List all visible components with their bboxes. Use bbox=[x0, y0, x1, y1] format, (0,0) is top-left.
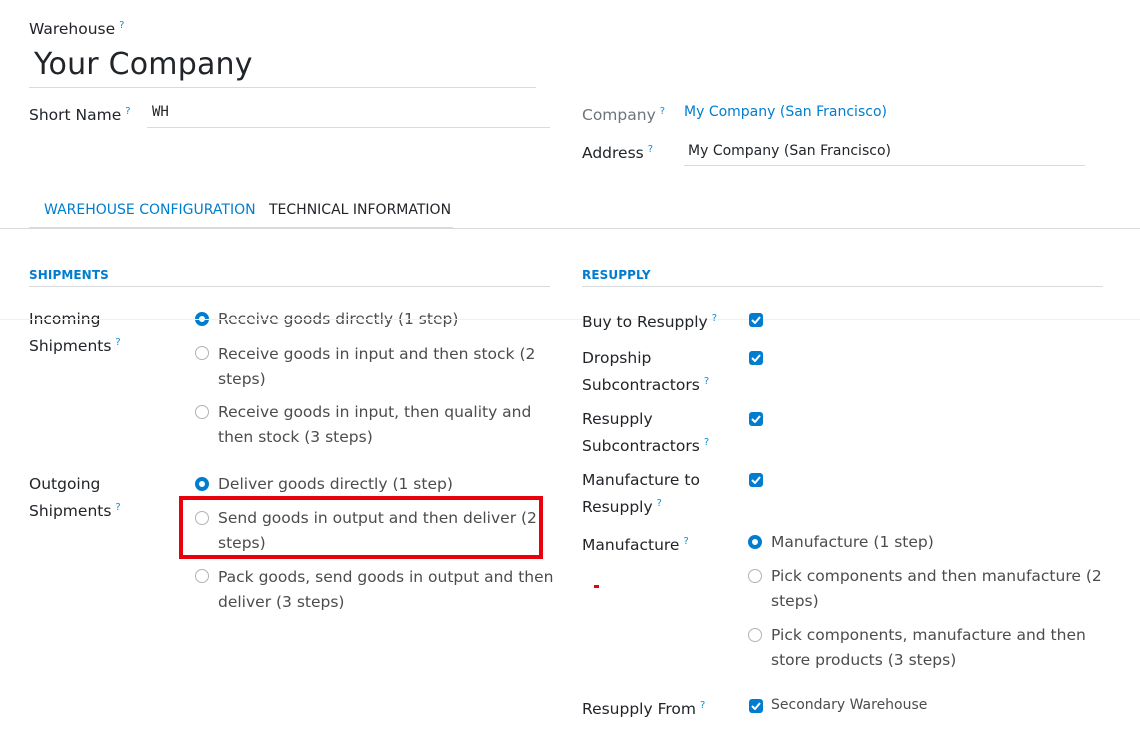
company-link[interactable]: My Company (San Francisco) bbox=[684, 104, 887, 120]
outgoing-option-3-line1: Pack goods, send goods in output and the… bbox=[218, 568, 554, 586]
manufacture-to-label-line1: Manufacture to bbox=[582, 471, 700, 489]
radio-incoming-3steps[interactable] bbox=[195, 405, 209, 419]
outgoing-label-text: Shipments bbox=[29, 502, 112, 521]
outgoing-label-line2: Shipments? bbox=[29, 496, 121, 523]
radio-manufacture-1step[interactable] bbox=[748, 535, 762, 549]
outgoing-option-3-label: Pack goods, send goods in output and the… bbox=[218, 565, 553, 614]
manufacture-option-2-label: Pick components and then manufacture (2 … bbox=[771, 564, 1102, 613]
tab-bar: WAREHOUSE CONFIGURATION TECHNICAL INFORM… bbox=[29, 196, 453, 228]
manufacture-option-3-line2: store products (3 steps) bbox=[771, 650, 957, 669]
help-icon[interactable]: ? bbox=[700, 700, 705, 711]
help-icon[interactable]: ? bbox=[119, 20, 124, 31]
manufacture-option-3-line1: Pick components, manufacture and then bbox=[771, 626, 1086, 644]
company-label-text: Company bbox=[582, 106, 656, 125]
manufacture-label: Manufacture? bbox=[582, 530, 689, 557]
radio-outgoing-1step[interactable] bbox=[195, 477, 209, 491]
manufacture-label-text: Manufacture bbox=[582, 536, 680, 555]
check-icon bbox=[751, 415, 761, 423]
help-icon[interactable]: ? bbox=[704, 437, 709, 448]
tab-warehouse-configuration[interactable]: WAREHOUSE CONFIGURATION bbox=[44, 200, 256, 220]
incoming-label-line2: Shipments? bbox=[29, 331, 121, 358]
shipments-title: SHIPMENTS bbox=[29, 268, 109, 282]
incoming-option-2-line1: Receive goods in input and then stock (2 bbox=[218, 345, 536, 363]
outgoing-label-line1: Outgoing bbox=[29, 475, 101, 493]
manufacture-option-2-line2: steps) bbox=[771, 591, 819, 610]
check-icon bbox=[751, 476, 761, 484]
faint-divider bbox=[0, 319, 1140, 320]
checkbox-secondary-warehouse[interactable] bbox=[749, 699, 763, 713]
incoming-option-3-line1: Receive goods in input, then quality and bbox=[218, 403, 532, 421]
manufacture-option-1-label: Manufacture (1 step) bbox=[771, 533, 934, 551]
help-icon[interactable]: ? bbox=[712, 313, 717, 324]
help-icon[interactable]: ? bbox=[115, 502, 120, 513]
help-icon[interactable]: ? bbox=[648, 144, 653, 155]
resupply-divider bbox=[582, 286, 1103, 287]
check-icon bbox=[751, 316, 761, 324]
incoming-option-3-line2: then stock (3 steps) bbox=[218, 427, 373, 446]
radio-manufacture-2steps[interactable] bbox=[748, 569, 762, 583]
buy-label-text: Buy to Resupply bbox=[582, 313, 708, 332]
dropship-label-line2: Subcontractors? bbox=[582, 370, 709, 397]
manufacture-option-3-label: Pick components, manufacture and then st… bbox=[771, 623, 1086, 672]
highlight-box bbox=[179, 496, 543, 559]
resupply-from-label-text: Resupply From bbox=[582, 700, 696, 719]
radio-incoming-2steps[interactable] bbox=[195, 346, 209, 360]
tab-divider bbox=[0, 228, 1140, 229]
resupply-sub-label-line1: Resupply bbox=[582, 410, 653, 428]
check-icon bbox=[751, 354, 761, 362]
incoming-option-2-line2: steps) bbox=[218, 369, 266, 388]
checkbox-manufacture-to-resupply[interactable] bbox=[749, 473, 763, 487]
warehouse-name-field[interactable]: Your Company bbox=[29, 44, 536, 88]
checkbox-buy-to-resupply[interactable] bbox=[749, 313, 763, 327]
short-name-label: Short Name? bbox=[29, 100, 131, 127]
incoming-option-2-label: Receive goods in input and then stock (2… bbox=[218, 342, 535, 391]
outgoing-option-1-label: Deliver goods directly (1 step) bbox=[218, 475, 453, 493]
outgoing-shipments-label: Outgoing Shipments? bbox=[29, 472, 121, 523]
help-icon[interactable]: ? bbox=[683, 536, 688, 547]
company-label: Company? bbox=[582, 100, 665, 127]
help-icon[interactable]: ? bbox=[704, 376, 709, 387]
help-icon[interactable]: ? bbox=[660, 106, 665, 117]
resupply-subcontractors-label: Resupply Subcontractors? bbox=[582, 407, 709, 458]
incoming-shipments-label: Incoming Shipments? bbox=[29, 307, 121, 358]
shipments-divider bbox=[29, 286, 550, 287]
short-name-field[interactable]: WH bbox=[147, 100, 550, 128]
manufacture-to-label-line2: Resupply? bbox=[582, 492, 700, 519]
resupply-sub-label-text: Subcontractors bbox=[582, 437, 700, 456]
buy-to-resupply-label: Buy to Resupply? bbox=[582, 307, 717, 334]
resupply-title: RESUPPLY bbox=[582, 268, 651, 282]
checkbox-resupply-subcontractors[interactable] bbox=[749, 412, 763, 426]
manufacture-option-2-line1: Pick components and then manufacture (2 bbox=[771, 567, 1102, 585]
resupply-from-label: Resupply From? bbox=[582, 694, 705, 721]
check-icon bbox=[751, 702, 761, 710]
help-icon[interactable]: ? bbox=[125, 106, 130, 117]
outgoing-option-3-line2: deliver (3 steps) bbox=[218, 592, 345, 611]
incoming-label-text: Shipments bbox=[29, 337, 112, 356]
warehouse-label: Warehouse? bbox=[29, 20, 124, 38]
address-field[interactable]: My Company (San Francisco) bbox=[684, 138, 1085, 166]
help-icon[interactable]: ? bbox=[115, 337, 120, 348]
address-value: My Company (San Francisco) bbox=[688, 143, 891, 159]
checkbox-dropship-subcontractors[interactable] bbox=[749, 351, 763, 365]
short-name-label-text: Short Name bbox=[29, 106, 122, 125]
radio-outgoing-3steps[interactable] bbox=[195, 569, 209, 583]
warehouse-label-text: Warehouse bbox=[29, 20, 116, 39]
incoming-option-3-label: Receive goods in input, then quality and… bbox=[218, 400, 531, 449]
help-icon[interactable]: ? bbox=[657, 498, 662, 509]
dropship-subcontractors-label: Dropship Subcontractors? bbox=[582, 346, 709, 397]
address-label-text: Address bbox=[582, 144, 644, 163]
address-label: Address? bbox=[582, 138, 653, 165]
manufacture-to-label-text: Resupply bbox=[582, 498, 653, 517]
manufacture-to-resupply-label: Manufacture to Resupply? bbox=[582, 468, 700, 519]
red-mark bbox=[594, 585, 599, 588]
short-name-value: WH bbox=[152, 104, 169, 120]
tab-technical-information[interactable]: TECHNICAL INFORMATION bbox=[269, 200, 451, 220]
secondary-warehouse-label: Secondary Warehouse bbox=[771, 697, 928, 713]
dropship-label-text: Subcontractors bbox=[582, 376, 700, 395]
resupply-sub-label-line2: Subcontractors? bbox=[582, 431, 709, 458]
warehouse-name-value: Your Company bbox=[34, 47, 253, 82]
radio-manufacture-3steps[interactable] bbox=[748, 628, 762, 642]
dropship-label-line1: Dropship bbox=[582, 349, 652, 367]
